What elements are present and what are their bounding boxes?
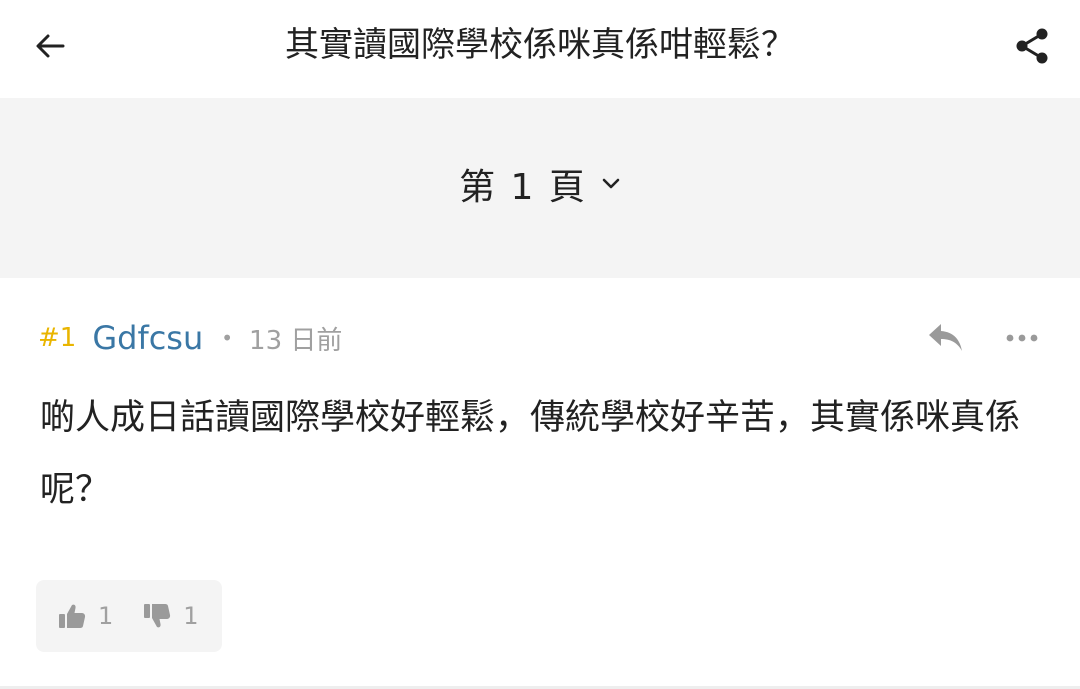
back-button[interactable] bbox=[30, 26, 70, 66]
like-count: 1 bbox=[98, 602, 114, 630]
dislike-button[interactable]: 1 bbox=[143, 602, 199, 630]
page-selector-bar: 第 1 頁 bbox=[0, 98, 1080, 278]
meta-separator: • bbox=[221, 326, 234, 350]
top-app-bar: 其實讀國際學校係咪真係咁輕鬆？ bbox=[0, 0, 1080, 98]
post-content: 啲人成日話讀國際學校好輕鬆，傳統學校好辛苦，其實係咪真係呢？ bbox=[40, 398, 1021, 510]
vote-box: 1 1 bbox=[36, 580, 222, 652]
post-time: 13 日前 bbox=[249, 325, 343, 356]
chevron-down-icon bbox=[602, 178, 620, 189]
share-icon bbox=[1016, 28, 1048, 64]
more-options-button[interactable] bbox=[998, 316, 1046, 360]
post-item: #1 Gdfcsu • 13 日前 啲人成日話讀國際學校好輕鬆，傳統學校好辛苦，… bbox=[0, 278, 1080, 689]
post-meta: #1 Gdfcsu • 13 日前 bbox=[38, 318, 342, 358]
reply-icon bbox=[929, 324, 962, 351]
page-dropdown[interactable]: 第 1 頁 bbox=[459, 158, 621, 210]
thumbs-up-icon bbox=[59, 604, 86, 628]
author-username[interactable]: Gdfcsu bbox=[92, 319, 203, 357]
page-label: 第 1 頁 bbox=[459, 167, 587, 208]
like-button[interactable]: 1 bbox=[58, 602, 113, 630]
page-title: 其實讀國際學校係咪真係咁輕鬆？ bbox=[285, 25, 795, 65]
floor-number: #1 bbox=[38, 323, 77, 353]
more-horizontal-icon bbox=[1006, 334, 1038, 342]
thumbs-down-icon bbox=[144, 604, 171, 628]
dislike-count: 1 bbox=[183, 602, 199, 630]
arrow-left-icon bbox=[36, 34, 65, 58]
reply-button[interactable] bbox=[922, 316, 970, 360]
share-button[interactable] bbox=[1010, 24, 1054, 68]
